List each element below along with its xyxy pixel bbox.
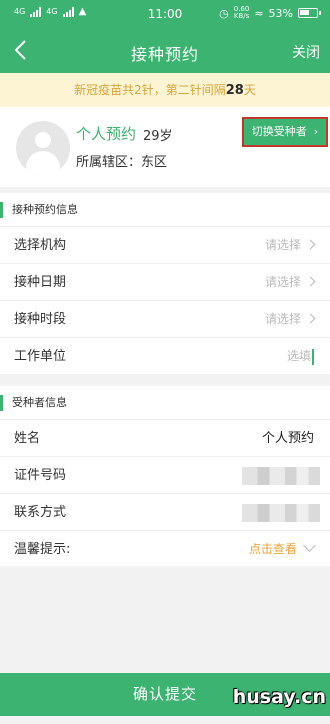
vaccination-date-row[interactable]: 接种日期 请选择 xyxy=(0,264,330,301)
alarm-icon: ◷ xyxy=(219,6,229,20)
vaccination-timeslot-row[interactable]: 接种时段 请选择 xyxy=(0,301,330,338)
avatar-head xyxy=(35,132,51,148)
row-label: 接种日期 xyxy=(14,275,67,290)
battery-percent: 53% xyxy=(268,6,293,20)
wifi-icon: ≈ xyxy=(254,6,264,20)
avatar xyxy=(16,121,70,175)
close-button[interactable]: 关闭 xyxy=(292,42,320,62)
chevron-down-icon xyxy=(303,539,316,552)
notice-text-before: 新冠疫苗共2针，第二针间隔 xyxy=(74,83,226,97)
recipient-section-title: 受种者信息 xyxy=(0,386,330,420)
vaccine-notice-banner: 新冠疫苗共2针，第二针间隔28天 xyxy=(0,73,330,107)
row-label: 姓名 xyxy=(14,431,41,446)
chevron-right-icon: › xyxy=(310,125,319,138)
text-cursor xyxy=(312,348,314,365)
battery-icon xyxy=(298,8,321,18)
chevron-right-icon xyxy=(305,239,316,250)
status-right: ◷ 0.60 KB/s ≈ 53% xyxy=(219,6,321,20)
profile-age: 29岁 xyxy=(143,129,173,144)
placeholder-text: 请选择 xyxy=(264,275,301,289)
tip-view-link[interactable]: 点击查看 xyxy=(248,531,316,568)
recipient-section: 受种者信息 姓名 个人预约 证件号码 联系方式 温馨提示: 点击查看 xyxy=(0,386,330,566)
contact-redacted xyxy=(242,504,320,522)
row-label: 证件号码 xyxy=(14,468,67,483)
placeholder-text: 请选择 xyxy=(264,238,301,252)
switch-recipient-label: 切换受种者 xyxy=(251,125,307,138)
id-number-row: 证件号码 xyxy=(0,457,330,494)
id-number-redacted xyxy=(242,467,320,485)
nav-bar: 接种预约 关闭 xyxy=(0,28,330,73)
work-unit-row[interactable]: 工作单位 选填 xyxy=(0,338,330,375)
row-value: 请选择 xyxy=(264,227,316,264)
row-label: 接种时段 xyxy=(14,312,67,327)
placeholder-text: 选填 xyxy=(286,349,311,363)
appointment-section-title: 接种预约信息 xyxy=(0,193,330,227)
row-value: 请选择 xyxy=(264,301,316,338)
speed-unit: KB/s xyxy=(233,12,250,20)
switch-recipient-button[interactable]: 切换受种者 › xyxy=(242,117,328,147)
chevron-right-icon xyxy=(305,276,316,287)
chevron-right-icon xyxy=(305,313,316,324)
contact-row: 联系方式 xyxy=(0,494,330,531)
row-label: 温馨提示: xyxy=(14,542,71,557)
row-label: 联系方式 xyxy=(14,505,67,520)
tip-action-label: 点击查看 xyxy=(248,542,297,556)
avatar-body xyxy=(26,151,60,175)
area-label: 所属辖区： xyxy=(76,155,142,170)
notice-text-after: 天 xyxy=(243,83,256,97)
appointment-section: 接种预约信息 选择机构 请选择 接种日期 请选择 接种时段 请选择 工作单位 选… xyxy=(0,193,330,375)
area-value: 东区 xyxy=(141,155,168,170)
placeholder-text: 请选择 xyxy=(264,312,301,326)
row-value: 请选择 xyxy=(264,264,316,301)
page-title: 接种预约 xyxy=(130,45,199,64)
status-bar: 4G 4G ▲ 11:00 ◷ 0.60 KB/s ≈ 53% xyxy=(0,0,330,28)
profile-area: 所属辖区：东区 xyxy=(76,151,167,170)
notice-days: 28 xyxy=(225,83,244,98)
network-speed: 0.60 KB/s xyxy=(234,6,250,20)
profile-name: 个人预约 xyxy=(76,125,137,143)
select-institution-row[interactable]: 选择机构 请选择 xyxy=(0,227,330,264)
name-value: 个人预约 xyxy=(261,431,314,446)
work-unit-input[interactable]: 选填 xyxy=(287,338,314,375)
row-label: 选择机构 xyxy=(14,238,67,253)
name-row: 姓名 个人预约 xyxy=(0,420,330,457)
tip-row[interactable]: 温馨提示: 点击查看 xyxy=(0,531,330,568)
watermark: husay.cn xyxy=(232,686,326,708)
row-label: 工作单位 xyxy=(14,349,67,364)
